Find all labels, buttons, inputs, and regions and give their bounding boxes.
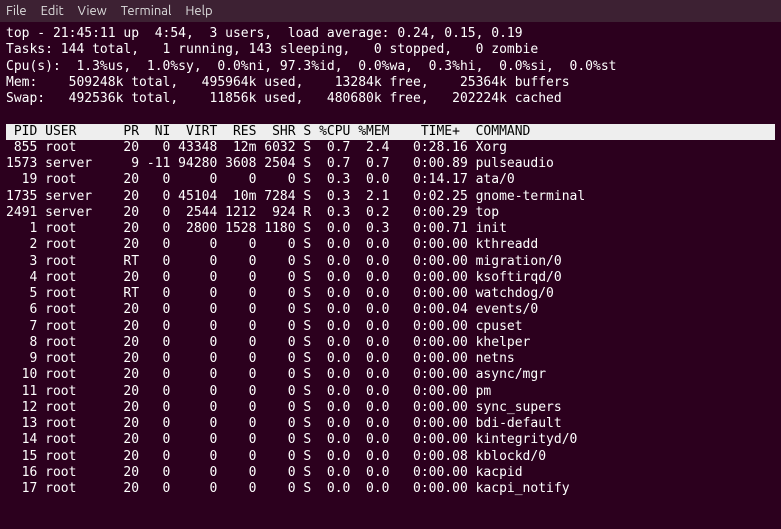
process-row: 7 root 20 0 0 0 0 S 0.0 0.0 0:00.00 cpus… xyxy=(6,319,775,335)
process-row: 6 root 20 0 0 0 0 S 0.0 0.0 0:00.04 even… xyxy=(6,302,775,318)
top-summary-cpu: Cpu(s): 1.3%us, 1.0%sy, 0.0%ni, 97.3%id,… xyxy=(6,59,775,75)
process-row: 14 root 20 0 0 0 0 S 0.0 0.0 0:00.00 kin… xyxy=(6,432,775,448)
process-row: 855 root 20 0 43348 12m 6032 S 0.7 2.4 0… xyxy=(6,140,775,156)
process-header: PID USER PR NI VIRT RES SHR S %CPU %MEM … xyxy=(6,124,775,140)
top-summary-tasks: Tasks: 144 total, 1 running, 143 sleepin… xyxy=(6,42,775,58)
top-summary-mem: Mem: 509248k total, 495964k used, 13284k… xyxy=(6,75,775,91)
top-summary-uptime: top - 21:45:11 up 4:54, 3 users, load av… xyxy=(6,26,775,42)
process-row: 1573 server 9 -11 94280 3608 2504 S 0.7 … xyxy=(6,156,775,172)
process-row: 17 root 20 0 0 0 0 S 0.0 0.0 0:00.00 kac… xyxy=(6,481,775,497)
process-row: 12 root 20 0 0 0 0 S 0.0 0.0 0:00.00 syn… xyxy=(6,400,775,416)
menu-view[interactable]: View xyxy=(78,3,107,19)
process-row: 1735 server 20 0 45104 10m 7284 S 0.3 2.… xyxy=(6,189,775,205)
menu-terminal[interactable]: Terminal xyxy=(121,3,172,19)
process-row: 11 root 20 0 0 0 0 S 0.0 0.0 0:00.00 pm xyxy=(6,384,775,400)
process-row: 10 root 20 0 0 0 0 S 0.0 0.0 0:00.00 asy… xyxy=(6,367,775,383)
process-row: 9 root 20 0 0 0 0 S 0.0 0.0 0:00.00 netn… xyxy=(6,351,775,367)
top-summary-swap: Swap: 492536k total, 11856k used, 480680… xyxy=(6,91,775,107)
menu-file[interactable]: File xyxy=(6,3,27,19)
process-row: 13 root 20 0 0 0 0 S 0.0 0.0 0:00.00 bdi… xyxy=(6,416,775,432)
process-row: 3 root RT 0 0 0 0 S 0.0 0.0 0:00.00 migr… xyxy=(6,254,775,270)
menu-help[interactable]: Help xyxy=(185,3,212,19)
process-row: 4 root 20 0 0 0 0 S 0.0 0.0 0:00.00 ksof… xyxy=(6,270,775,286)
terminal-output[interactable]: top - 21:45:11 up 4:54, 3 users, load av… xyxy=(0,22,781,503)
menu-edit[interactable]: Edit xyxy=(41,3,64,19)
process-row: 15 root 20 0 0 0 0 S 0.0 0.0 0:00.08 kbl… xyxy=(6,449,775,465)
blank-line xyxy=(6,107,775,123)
process-row: 2 root 20 0 0 0 0 S 0.0 0.0 0:00.00 kthr… xyxy=(6,237,775,253)
process-list: 855 root 20 0 43348 12m 6032 S 0.7 2.4 0… xyxy=(6,140,775,498)
process-row: 2491 server 20 0 2544 1212 924 R 0.3 0.2… xyxy=(6,205,775,221)
process-row: 1 root 20 0 2800 1528 1180 S 0.0 0.3 0:0… xyxy=(6,221,775,237)
menubar: File Edit View Terminal Help xyxy=(0,0,781,22)
process-row: 19 root 20 0 0 0 0 S 0.3 0.0 0:14.17 ata… xyxy=(6,172,775,188)
process-row: 16 root 20 0 0 0 0 S 0.0 0.0 0:00.00 kac… xyxy=(6,465,775,481)
process-row: 5 root RT 0 0 0 0 S 0.0 0.0 0:00.00 watc… xyxy=(6,286,775,302)
process-row: 8 root 20 0 0 0 0 S 0.0 0.0 0:00.00 khel… xyxy=(6,335,775,351)
